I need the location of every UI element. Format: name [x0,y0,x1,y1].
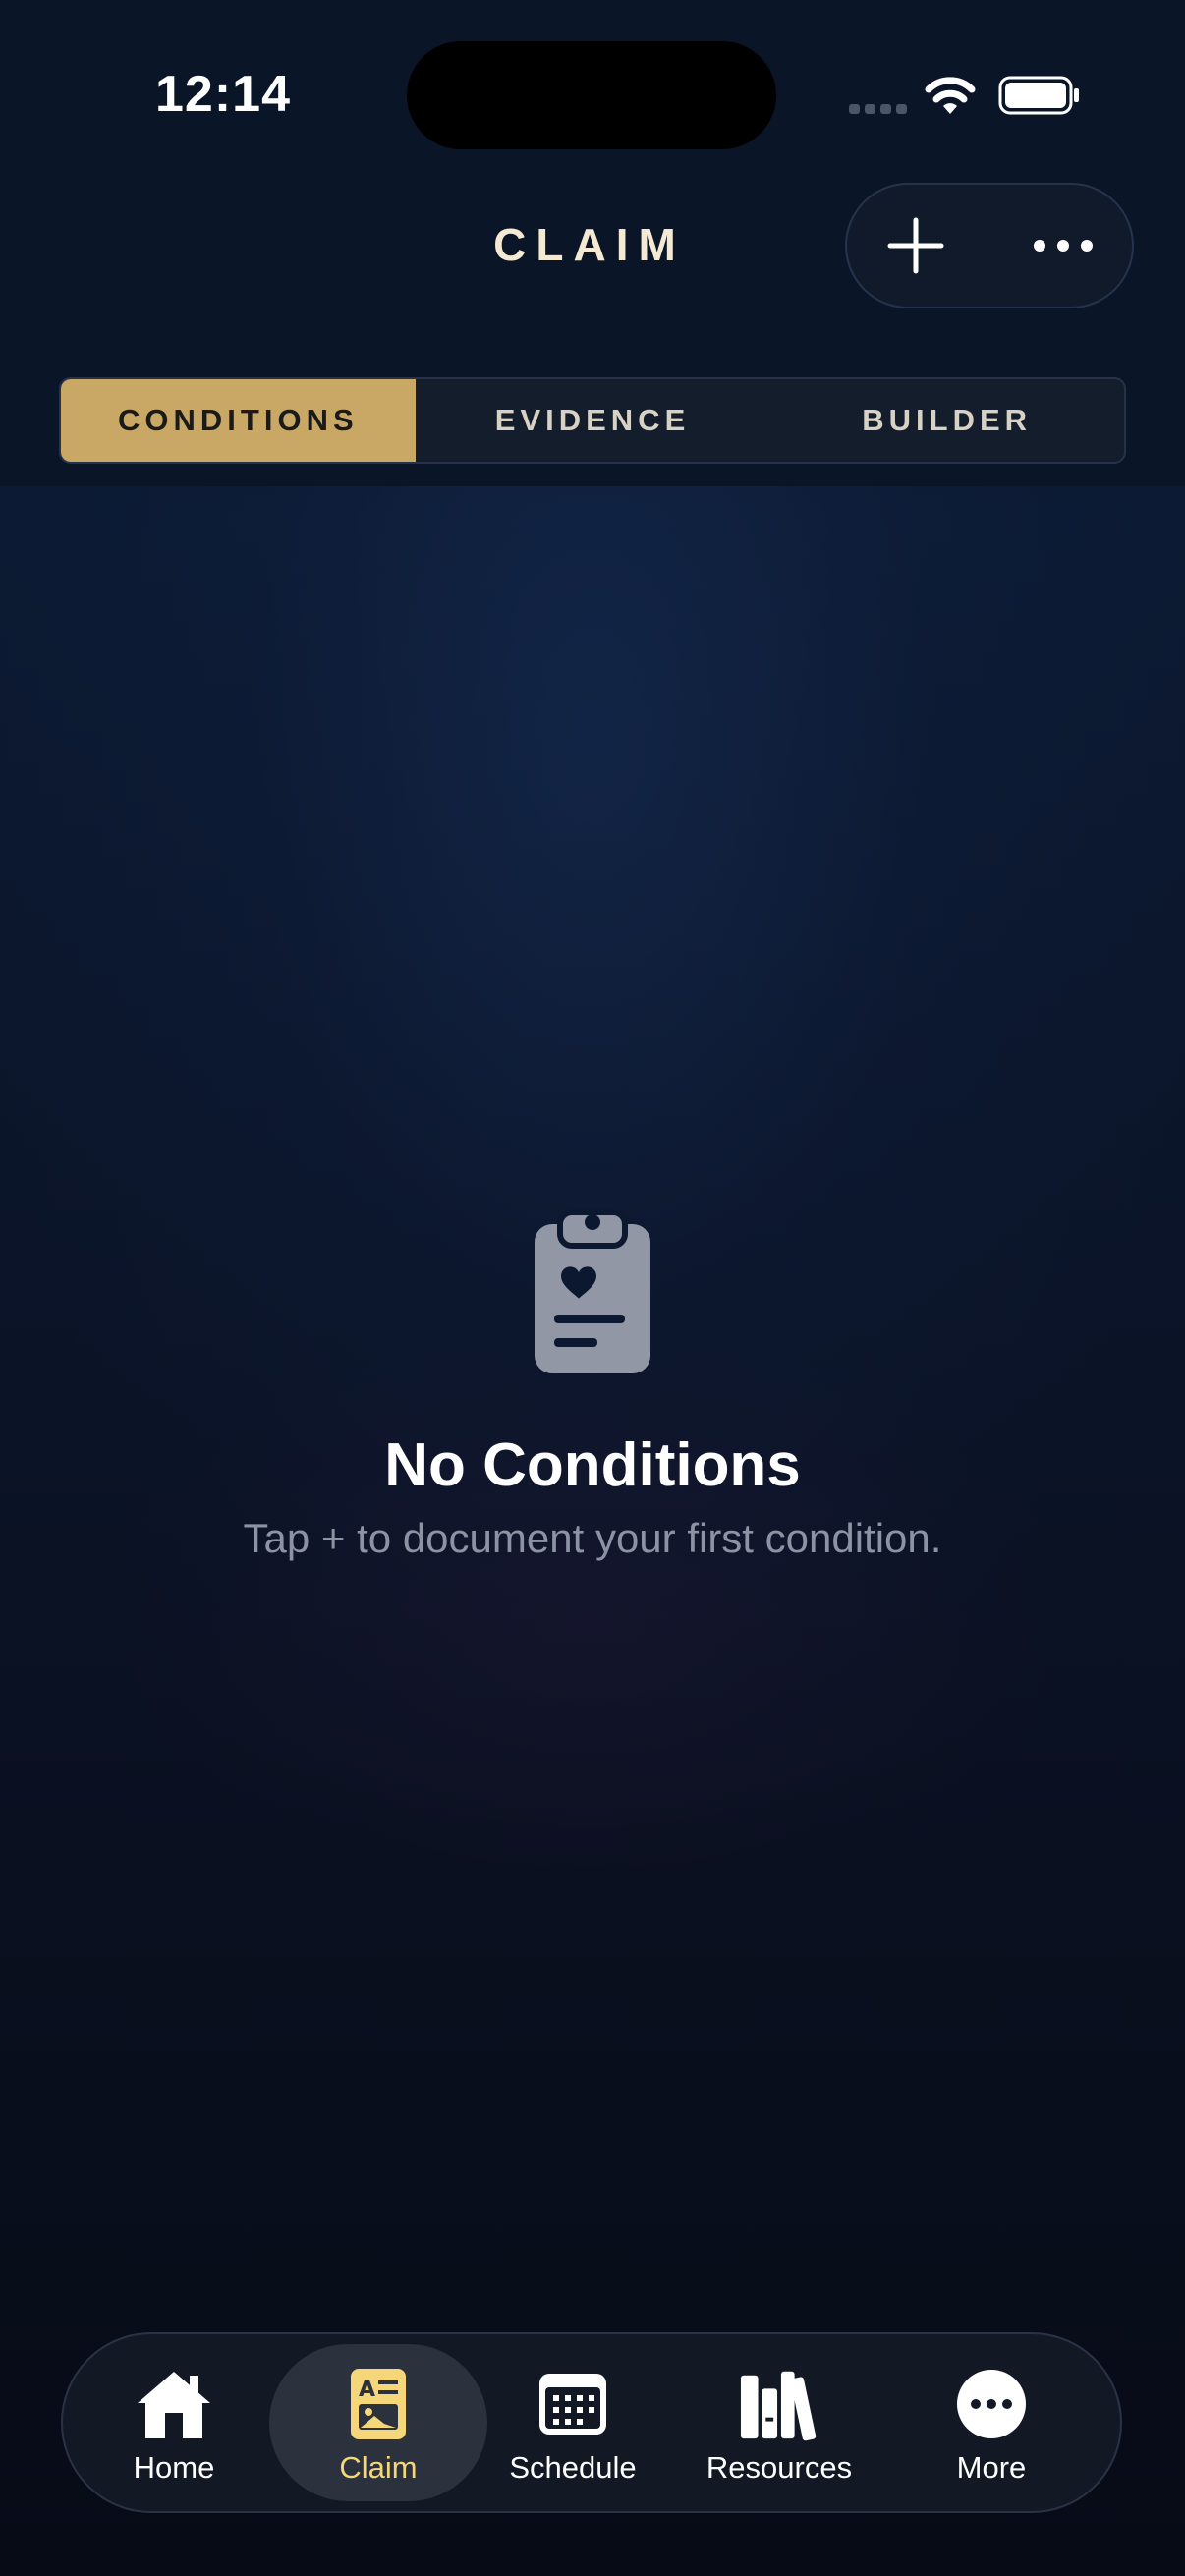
segment-evidence[interactable]: EVIDENCE [416,379,770,462]
tab-claim[interactable]: A Claim [269,2344,487,2501]
tab-more[interactable]: More [898,2344,1085,2501]
empty-state-title: No Conditions [384,1431,801,1499]
status-time: 12:14 [155,66,291,123]
tab-resources[interactable]: Resources [676,2344,882,2501]
tab-home-label: Home [133,2450,215,2485]
background-glow-lower [98,1326,1081,1916]
tab-more-label: More [956,2450,1027,2485]
segment-conditions[interactable]: CONDITIONS [61,379,416,462]
tab-resources-label: Resources [705,2450,853,2485]
segment-builder[interactable]: BUILDER [769,379,1124,462]
plus-icon [887,217,944,274]
tab-schedule[interactable]: Schedule [480,2344,666,2501]
tab-schedule-label: Schedule [509,2450,637,2485]
add-condition-button[interactable] [847,185,985,307]
tab-home[interactable]: Home [81,2344,267,2501]
ellipsis-icon [1034,240,1093,252]
tab-claim-label: Claim [339,2450,418,2485]
page-title: CLAIM [493,219,686,270]
empty-state-subtitle: Tap + to document your first condition. [243,1515,942,1561]
document-icon: A [351,2369,406,2439]
ellipsis-circle-icon [957,2370,1026,2438]
header-actions [845,183,1134,308]
dynamic-island [407,41,776,149]
calendar-icon [539,2374,606,2435]
battery-icon [998,76,1079,115]
tab-bar: Home A Claim Schedule Resources More [61,2332,1122,2513]
house-icon [138,2372,210,2438]
svg-text:A: A [359,2378,375,2402]
more-options-button[interactable] [994,185,1132,307]
claim-screen: 12:14 CLAIM CONDITIONS EVIDENCE BUILDER … [0,0,1185,2576]
clipboard-heart-icon [535,1209,650,1373]
cellular-signal-icon [849,104,907,114]
wifi-icon [925,77,976,114]
books-icon [740,2371,817,2441]
claim-segmented-control: CONDITIONS EVIDENCE BUILDER [59,377,1126,464]
